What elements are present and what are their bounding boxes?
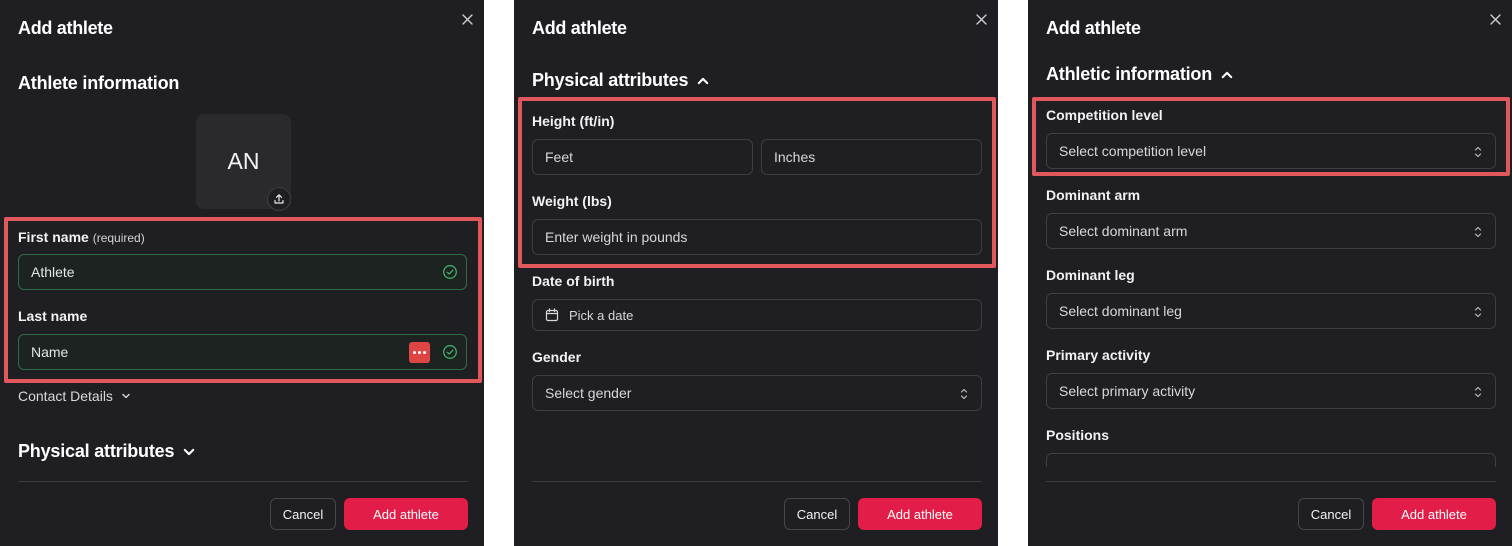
section-title-athlete-information: Athlete information bbox=[18, 73, 180, 93]
add-athlete-panel-3: Add athlete Athletic information Competi… bbox=[1028, 0, 1512, 546]
competition-level-select[interactable]: Select competition level bbox=[1046, 133, 1496, 169]
primary-activity-select[interactable]: Select primary activity bbox=[1046, 373, 1496, 409]
chevron-up-down-icon bbox=[1474, 146, 1482, 158]
positions-input[interactable] bbox=[1046, 453, 1496, 467]
add-athlete-panel-2: Add athlete Physical attributes Height (… bbox=[514, 0, 998, 546]
check-circle-icon bbox=[443, 265, 457, 279]
chevron-down-icon bbox=[122, 393, 130, 399]
dominant-leg-label: Dominant leg bbox=[1046, 267, 1135, 283]
inches-input[interactable]: Inches bbox=[761, 139, 982, 175]
gender-select[interactable]: Select gender bbox=[532, 375, 982, 411]
primary-activity-label: Primary activity bbox=[1046, 347, 1151, 363]
cancel-button[interactable]: Cancel bbox=[1298, 498, 1364, 530]
footer-divider bbox=[532, 481, 982, 482]
last-name-input[interactable]: Name bbox=[18, 334, 467, 370]
add-athlete-button[interactable]: Add athlete bbox=[344, 498, 468, 530]
add-athlete-button[interactable]: Add athlete bbox=[1372, 498, 1496, 530]
cancel-button[interactable]: Cancel bbox=[784, 498, 850, 530]
first-name-input[interactable]: Athlete bbox=[18, 254, 467, 290]
physical-attributes-toggle[interactable]: Physical attributes bbox=[18, 441, 196, 462]
chevron-up-down-icon bbox=[1474, 386, 1482, 398]
date-picker-button[interactable]: Pick a date bbox=[532, 299, 982, 331]
dominant-leg-select[interactable]: Select dominant leg bbox=[1046, 293, 1496, 329]
check-circle-icon bbox=[443, 345, 457, 359]
chevron-up-icon bbox=[1221, 71, 1233, 78]
chevron-up-down-icon bbox=[1474, 306, 1482, 318]
add-athlete-panel-1: Add athlete Athlete information AN First… bbox=[0, 0, 484, 546]
cancel-button[interactable]: Cancel bbox=[270, 498, 336, 530]
close-icon bbox=[976, 14, 987, 25]
dialog-title: Add athlete bbox=[532, 18, 627, 38]
dominant-arm-label: Dominant arm bbox=[1046, 187, 1141, 203]
chevron-up-down-icon bbox=[960, 388, 968, 400]
avatar-initials: AN bbox=[227, 148, 260, 174]
footer-divider bbox=[18, 481, 468, 482]
close-button[interactable] bbox=[459, 11, 476, 28]
weight-input[interactable]: Enter weight in pounds bbox=[532, 219, 982, 255]
contact-details-toggle[interactable]: Contact Details bbox=[18, 388, 131, 404]
feet-input[interactable]: Feet bbox=[532, 139, 753, 175]
last-name-label: Last name bbox=[18, 308, 88, 324]
chevron-up-down-icon bbox=[1474, 226, 1482, 238]
calendar-icon bbox=[545, 308, 559, 322]
dialog-title: Add athlete bbox=[18, 18, 113, 38]
athletic-information-toggle[interactable]: Athletic information bbox=[1046, 64, 1234, 85]
date-of-birth-label: Date of birth bbox=[532, 273, 615, 289]
upload-icon bbox=[274, 194, 284, 204]
gender-label: Gender bbox=[532, 349, 582, 365]
close-button[interactable] bbox=[973, 11, 990, 28]
first-name-label: First name (required) bbox=[18, 229, 145, 245]
chevron-up-icon bbox=[698, 77, 709, 84]
upload-avatar-button[interactable] bbox=[267, 187, 291, 211]
password-manager-icon[interactable] bbox=[409, 342, 430, 363]
dominant-arm-select[interactable]: Select dominant arm bbox=[1046, 213, 1496, 249]
first-name-value: Athlete bbox=[31, 264, 75, 280]
footer-divider bbox=[1046, 481, 1496, 482]
competition-level-label: Competition level bbox=[1046, 107, 1163, 123]
add-athlete-button[interactable]: Add athlete bbox=[858, 498, 982, 530]
physical-attributes-toggle[interactable]: Physical attributes bbox=[532, 70, 710, 91]
weight-label: Weight (lbs) bbox=[532, 193, 612, 209]
required-hint: (required) bbox=[92, 231, 145, 245]
close-icon bbox=[462, 14, 473, 25]
dialog-title: Add athlete bbox=[1046, 18, 1141, 38]
close-button[interactable] bbox=[1487, 11, 1504, 28]
chevron-down-icon bbox=[184, 448, 195, 455]
close-icon bbox=[1490, 14, 1501, 25]
height-label: Height (ft/in) bbox=[532, 113, 615, 129]
positions-label: Positions bbox=[1046, 427, 1110, 443]
last-name-value: Name bbox=[31, 344, 69, 360]
